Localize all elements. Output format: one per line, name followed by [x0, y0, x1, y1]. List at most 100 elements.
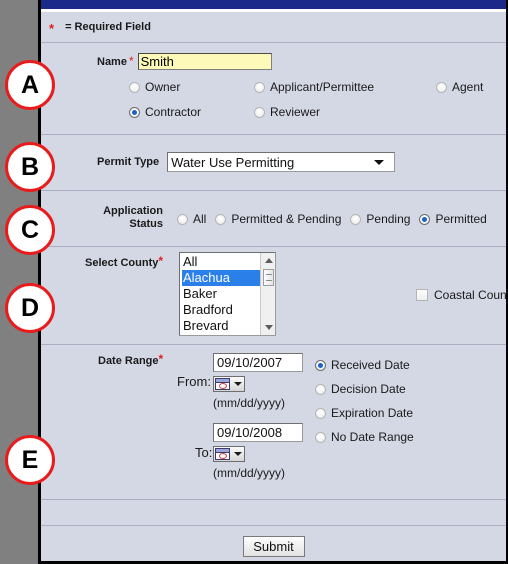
list-item[interactable]: All: [182, 254, 260, 270]
chevron-down-icon[interactable]: [234, 382, 242, 386]
coastal-counties-checkbox-row[interactable]: Coastal Counties: [416, 288, 508, 302]
radio-option-no-date-range[interactable]: No Date Range: [315, 425, 414, 449]
calendar-icon: [215, 448, 230, 460]
annotation-marker-c: C: [5, 205, 55, 255]
radio-permitted-and-pending-icon[interactable]: [215, 213, 227, 225]
name-section: Name * Owner Applicant/Permittee: [41, 43, 506, 135]
application-status-section: Application Status All Permitted & Pendi…: [41, 191, 506, 247]
annotation-marker-a: A: [5, 60, 55, 110]
radio-option-owner[interactable]: Owner: [129, 80, 254, 94]
required-asterisk-icon: *: [49, 20, 55, 36]
annotation-marker-b: B: [5, 142, 55, 192]
county-list: All Alachua Baker Bradford Brevard: [180, 253, 261, 334]
radio-decision-date-icon[interactable]: [315, 383, 326, 395]
radio-option-decision-date[interactable]: Decision Date: [315, 377, 414, 401]
list-item[interactable]: Bradford: [182, 302, 260, 318]
date-to-calendar-button[interactable]: [213, 446, 245, 462]
permit-type-row: Permit Type Water Use Permitting: [97, 152, 396, 172]
chevron-down-icon[interactable]: [374, 160, 385, 165]
radio-all-icon[interactable]: [177, 213, 188, 225]
required-field-note: * = Required Field: [41, 12, 506, 43]
select-county-label-wrap: Select County*: [85, 254, 164, 269]
radio-option-reviewer[interactable]: Reviewer: [254, 105, 436, 119]
radio-applicant-permittee-label: Applicant/Permittee: [270, 80, 375, 94]
role-radio-row-1: Owner Applicant/Permittee Agent: [129, 80, 483, 94]
radio-permitted-icon[interactable]: [419, 213, 431, 225]
radio-received-date-label: Received Date: [331, 358, 410, 372]
radio-option-applicant-permittee[interactable]: Applicant/Permittee: [254, 80, 436, 94]
annotation-marker-d: D: [5, 283, 55, 333]
radio-contractor-icon[interactable]: [129, 106, 140, 118]
name-label: Name: [97, 55, 127, 68]
radio-option-permitted-and-pending[interactable]: Permitted & Pending: [215, 212, 341, 226]
scroll-down-icon[interactable]: [261, 320, 275, 335]
date-to-input[interactable]: [213, 423, 303, 442]
date-range-section: Date Range* From: (mm/dd/yyyy) To: (mm/d…: [41, 345, 506, 500]
permit-type-section: Permit Type Water Use Permitting: [41, 135, 506, 191]
date-type-radio-group: Received Date Decision Date Expiration D…: [315, 353, 414, 449]
select-county-section: Select County* All Alachua Baker Bradfor…: [41, 247, 508, 345]
calendar-icon: [215, 378, 230, 390]
radio-option-pending[interactable]: Pending: [350, 212, 410, 226]
radio-all-label: All: [193, 212, 207, 226]
coastal-counties-checkbox-icon[interactable]: [416, 289, 428, 301]
browser-window: * = Required Field Name * Owner: [38, 0, 508, 564]
role-radio-row-2: Contractor Reviewer: [129, 105, 436, 119]
window-title-bar: [41, 0, 506, 9]
submit-bar: Submit: [41, 525, 506, 561]
date-from-format-hint: (mm/dd/yyyy): [213, 396, 285, 410]
radio-option-contractor[interactable]: Contractor: [129, 105, 254, 119]
list-item[interactable]: Baker: [182, 286, 260, 302]
application-status-label: Application Status: [101, 205, 163, 231]
application-status-radio-row: All Permitted & Pending Pending Permitte…: [177, 212, 487, 226]
permit-search-form: * = Required Field Name * Owner: [41, 12, 508, 561]
radio-option-permitted[interactable]: Permitted: [419, 212, 487, 226]
date-from-label: From:: [177, 374, 211, 389]
required-field-text: = Required Field: [65, 21, 151, 33]
scroll-thumb[interactable]: [263, 269, 274, 286]
county-listbox[interactable]: All Alachua Baker Bradford Brevard: [179, 252, 276, 336]
radio-expiration-date-label: Expiration Date: [331, 406, 414, 420]
radio-agent-icon[interactable]: [436, 81, 447, 93]
radio-expiration-date-icon[interactable]: [315, 407, 326, 419]
radio-reviewer-icon[interactable]: [254, 106, 265, 118]
radio-no-date-range-icon[interactable]: [315, 431, 326, 443]
list-item[interactable]: Alachua: [182, 270, 261, 286]
radio-pending-label: Pending: [366, 212, 411, 226]
application-status-label-line2: Status: [129, 218, 163, 230]
date-to-format-hint: (mm/dd/yyyy): [213, 466, 285, 480]
permit-type-label: Permit Type: [97, 156, 160, 168]
name-field-row: Name *: [97, 53, 272, 70]
list-item[interactable]: Brevard: [182, 318, 260, 334]
radio-applicant-permittee-icon[interactable]: [254, 81, 265, 93]
radio-decision-date-label: Decision Date: [331, 382, 406, 396]
submit-button[interactable]: Submit: [242, 536, 305, 557]
name-input[interactable]: [137, 53, 272, 70]
date-to-label: To:: [195, 445, 213, 460]
screenshot-root: * = Required Field Name * Owner: [0, 0, 508, 564]
date-from-calendar-button[interactable]: [213, 376, 245, 392]
date-range-label: Date Range: [98, 355, 159, 367]
scroll-up-icon[interactable]: [261, 253, 275, 268]
radio-option-agent[interactable]: Agent: [436, 80, 483, 94]
county-required-asterisk-icon: *: [158, 254, 164, 268]
permit-type-selected-value: Water Use Permitting: [171, 154, 295, 170]
radio-received-date-icon[interactable]: [315, 359, 326, 371]
chevron-down-icon[interactable]: [234, 452, 242, 456]
radio-no-date-range-label: No Date Range: [331, 430, 414, 444]
radio-option-received-date[interactable]: Received Date: [315, 353, 414, 377]
radio-reviewer-label: Reviewer: [270, 105, 321, 119]
select-county-label: Select County: [85, 257, 159, 269]
radio-permitted-label: Permitted: [435, 212, 487, 226]
radio-permitted-and-pending-label: Permitted & Pending: [231, 212, 342, 226]
date-required-asterisk-icon: *: [158, 352, 164, 366]
radio-contractor-label: Contractor: [145, 105, 202, 119]
date-from-input[interactable]: [213, 353, 303, 372]
radio-pending-icon[interactable]: [350, 213, 362, 225]
application-status-label-line1: Application: [103, 205, 163, 217]
radio-option-all[interactable]: All: [177, 212, 206, 226]
radio-owner-icon[interactable]: [129, 81, 140, 93]
permit-type-select[interactable]: Water Use Permitting: [167, 152, 396, 172]
radio-option-expiration-date[interactable]: Expiration Date: [315, 401, 414, 425]
county-scrollbar[interactable]: [260, 253, 275, 335]
